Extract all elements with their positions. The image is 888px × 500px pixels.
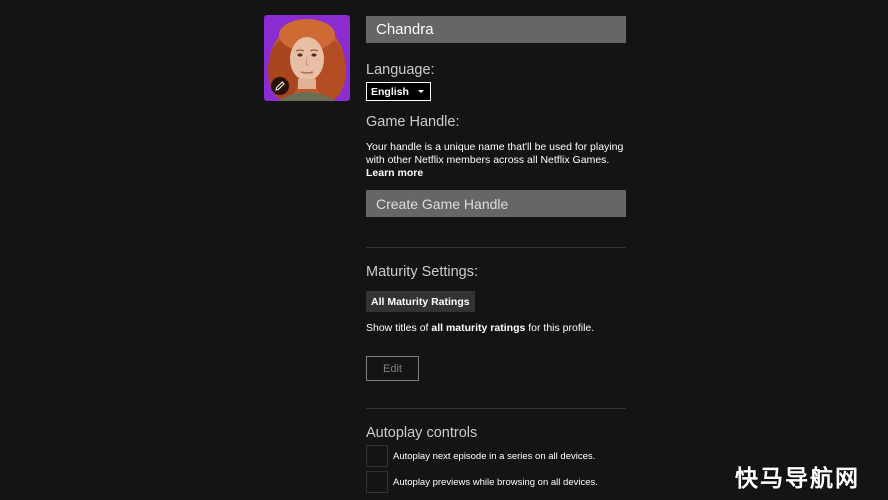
autoplay-previews-checkbox[interactable] — [366, 471, 388, 493]
autoplay-previews-row: Autoplay previews while browsing on all … — [366, 471, 598, 493]
edit-maturity-button[interactable]: Edit — [366, 356, 419, 381]
site-watermark: 快马导航网 — [735, 466, 860, 492]
game-handle-input[interactable] — [366, 190, 626, 217]
caret-down-icon — [418, 90, 424, 93]
autoplay-previews-label: Autoplay previews while browsing on all … — [393, 476, 598, 488]
maturity-desc-bold: all maturity ratings — [431, 322, 526, 334]
section-divider — [366, 247, 626, 248]
maturity-desc-prefix: Show titles of — [366, 322, 432, 334]
autoplay-controls-label: Autoplay controls — [366, 425, 478, 441]
maturity-settings-label: Maturity Settings: — [366, 264, 479, 280]
section-divider — [366, 408, 626, 409]
game-handle-label: Game Handle: — [366, 114, 460, 130]
pencil-icon[interactable] — [271, 77, 289, 95]
language-select[interactable]: English — [366, 82, 431, 101]
autoplay-next-episode-label: Autoplay next episode in a series on all… — [393, 450, 596, 462]
autoplay-next-episode-checkbox[interactable] — [366, 445, 388, 467]
game-handle-description-text: Your handle is a unique name that'll be … — [366, 141, 624, 166]
profile-avatar[interactable] — [264, 15, 350, 101]
learn-more-link[interactable]: Learn more — [366, 167, 423, 179]
language-selected-value: English — [371, 85, 409, 98]
profile-name-input[interactable] — [366, 16, 626, 43]
maturity-desc-suffix: for this profile. — [525, 322, 595, 334]
language-label: Language: — [366, 62, 435, 78]
maturity-rating-badge: All Maturity Ratings — [366, 291, 475, 312]
autoplay-next-episode-row: Autoplay next episode in a series on all… — [366, 445, 595, 467]
game-handle-description: Your handle is a unique name that'll be … — [366, 141, 628, 180]
maturity-description: Show titles of all maturity ratings for … — [366, 322, 594, 334]
